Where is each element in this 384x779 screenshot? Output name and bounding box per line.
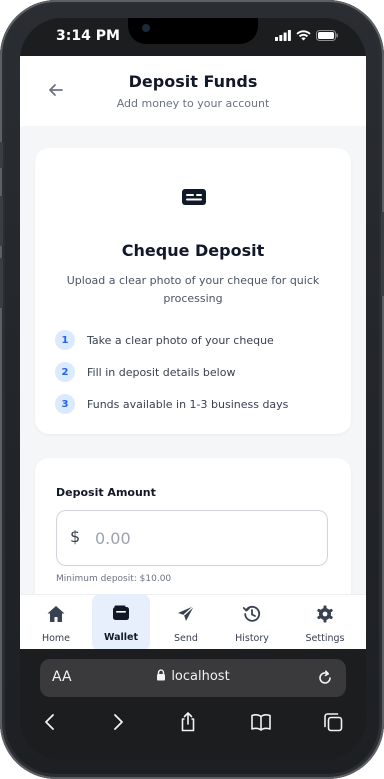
nav-label: Send	[174, 633, 198, 644]
volume-down-button	[0, 258, 3, 308]
mute-switch	[0, 142, 3, 168]
home-icon	[47, 606, 65, 622]
bottom-nav: Home Wallet Send History Settings	[20, 594, 366, 649]
deposit-amount-field[interactable]: $	[56, 510, 328, 566]
minimum-deposit-hint: Minimum deposit: $10.00	[56, 574, 172, 584]
tabs-icon[interactable]	[322, 711, 344, 733]
reload-icon[interactable]	[316, 669, 334, 687]
camera-icon	[142, 24, 150, 32]
deposit-amount-label: Deposit Amount	[56, 486, 156, 499]
currency-symbol: $	[70, 527, 81, 546]
status-time: 3:14 PM	[56, 28, 120, 44]
url-display[interactable]: localhost	[40, 669, 346, 684]
cheque-deposit-title: Cheque Deposit	[121, 241, 265, 260]
status-icons	[275, 30, 338, 41]
nav-label: Home	[41, 633, 71, 644]
dynamic-island	[128, 18, 258, 44]
nav-label: History	[235, 633, 269, 644]
volume-up-button	[0, 196, 3, 246]
step-number-badge: 1	[55, 330, 75, 350]
step-text: Fill in deposit details below	[87, 365, 236, 379]
signal-icon	[275, 30, 291, 41]
cheque-card-icon	[182, 189, 206, 205]
deposit-amount-input[interactable]	[93, 524, 317, 552]
forward-nav-icon[interactable]	[107, 711, 129, 733]
gear-icon	[317, 605, 333, 623]
nav-item-home[interactable]: Home	[27, 595, 85, 649]
nav-label: Settings	[305, 633, 345, 644]
nav-item-settings[interactable]: Settings	[296, 595, 354, 649]
page-title: Deposit Funds	[128, 72, 258, 91]
phone-frame: 3:14 PM Deposit Funds Add money to your …	[0, 0, 384, 779]
lock-icon	[157, 669, 166, 681]
wifi-icon	[296, 30, 311, 41]
nav-label: Wallet	[103, 632, 139, 643]
cheque-deposit-description: Upload a clear photo of your cheque for …	[66, 274, 320, 305]
step-text: Take a clear photo of your cheque	[87, 333, 274, 347]
share-icon[interactable]	[177, 711, 199, 733]
cheque-info-card: Cheque Deposit Upload a clear photo of y…	[35, 148, 351, 434]
history-icon	[242, 605, 261, 622]
send-icon	[178, 605, 195, 621]
step-number-badge: 3	[55, 394, 75, 414]
nav-item-history[interactable]: History	[223, 595, 281, 649]
browser-toolbar: AA localhost	[20, 649, 366, 760]
nav-item-send[interactable]: Send	[157, 595, 215, 649]
app-content: Deposit Funds Add money to your account …	[20, 56, 366, 649]
list-item: 3 Funds available in 1-3 business days	[55, 393, 335, 415]
battery-icon	[316, 30, 338, 41]
status-bar: 3:14 PM	[20, 18, 366, 56]
address-bar[interactable]: AA localhost	[40, 659, 346, 697]
page-header: Deposit Funds Add money to your account	[20, 56, 366, 126]
back-nav-icon[interactable]	[39, 711, 61, 733]
wallet-icon	[113, 605, 129, 620]
list-item: 2 Fill in deposit details below	[55, 361, 335, 383]
screen: 3:14 PM Deposit Funds Add money to your …	[20, 18, 366, 760]
url-text: localhost	[171, 669, 230, 684]
step-text: Funds available in 1-3 business days	[87, 397, 289, 411]
list-item: 1 Take a clear photo of your cheque	[55, 329, 335, 351]
nav-item-wallet[interactable]: Wallet	[92, 594, 150, 649]
step-number-badge: 2	[55, 362, 75, 382]
bookmarks-icon[interactable]	[250, 711, 272, 733]
page-subtitle: Add money to your account	[116, 97, 270, 110]
